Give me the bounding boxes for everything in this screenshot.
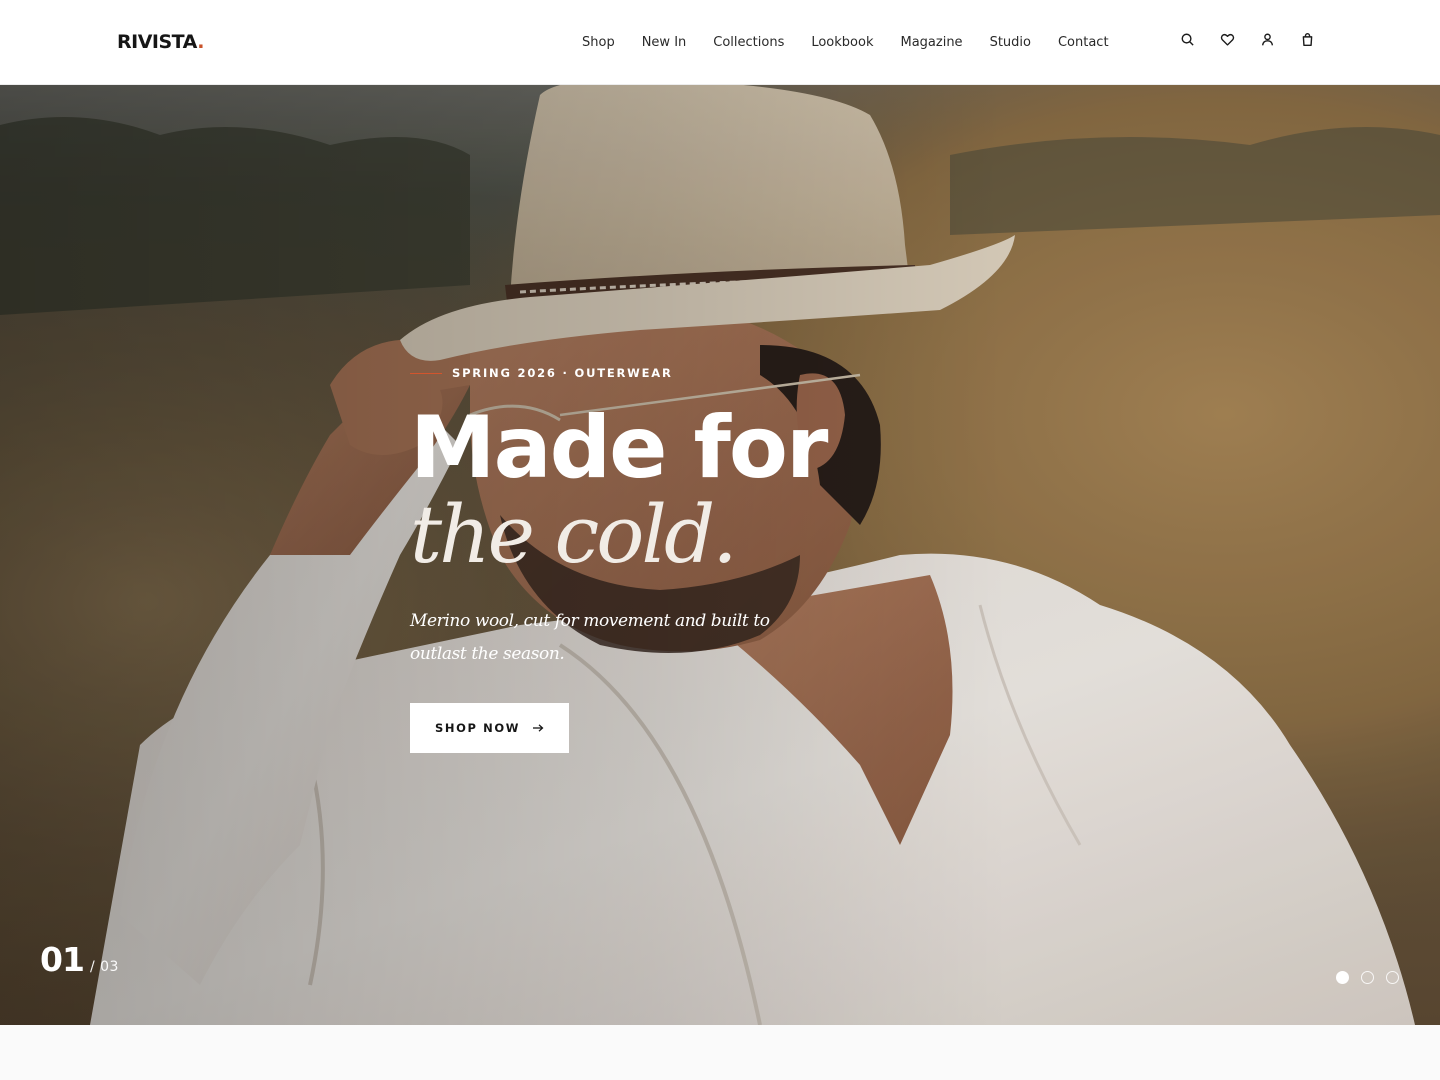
hero-headline: Made for bbox=[410, 398, 828, 498]
nav-item-lookbook[interactable]: Lookbook bbox=[811, 33, 873, 53]
nav-item-new-in[interactable]: New In bbox=[642, 33, 687, 53]
arrow-right-icon bbox=[532, 723, 544, 733]
slide-counter-current: 01 bbox=[40, 940, 85, 979]
nav-item-collections[interactable]: Collections bbox=[713, 33, 784, 53]
nav-item-magazine[interactable]: Magazine bbox=[900, 33, 962, 53]
main-nav: Shop New In Collections Lookbook Magazin… bbox=[582, 33, 1109, 53]
nav-item-contact[interactable]: Contact bbox=[1058, 33, 1109, 53]
slide-dot-1[interactable] bbox=[1336, 971, 1349, 984]
shop-now-button[interactable]: SHOP NOW bbox=[410, 703, 569, 753]
slide-counter: 01 / 03 bbox=[40, 940, 119, 980]
brand-logo[interactable]: RIVISTA. bbox=[117, 30, 204, 54]
slide-pagination bbox=[1336, 971, 1399, 984]
hero-headline-italic: the cold. bbox=[410, 488, 738, 581]
hero-subcopy: Merino wool, cut for movement and built … bbox=[410, 611, 770, 664]
hero-eyebrow: SPRING 2026 · OUTERWEAR bbox=[410, 365, 673, 381]
nav-item-shop[interactable]: Shop bbox=[582, 33, 615, 53]
eyebrow-text: SPRING 2026 · OUTERWEAR bbox=[452, 366, 673, 380]
shop-now-label: SHOP NOW bbox=[434, 721, 520, 735]
slide-dot-3[interactable] bbox=[1386, 971, 1399, 984]
eyebrow-accent-line bbox=[410, 372, 442, 374]
slide-counter-total: / 03 bbox=[89, 959, 119, 975]
logo-dot: . bbox=[197, 31, 204, 53]
slide-dot-2[interactable] bbox=[1361, 971, 1374, 984]
bag-icon[interactable] bbox=[1298, 30, 1316, 48]
search-icon[interactable] bbox=[1178, 30, 1196, 48]
logo-text: RIVISTA bbox=[117, 31, 198, 53]
user-icon[interactable] bbox=[1258, 30, 1276, 48]
next-section bbox=[0, 1025, 1440, 1080]
hero-banner: SPRING 2026 · OUTERWEAR Made for the col… bbox=[0, 85, 1440, 1025]
heart-icon[interactable] bbox=[1218, 30, 1236, 48]
nav-item-studio[interactable]: Studio bbox=[990, 33, 1031, 53]
header-actions bbox=[1178, 30, 1316, 48]
site-header: RIVISTA. Shop New In Collections Lookboo… bbox=[0, 0, 1440, 85]
